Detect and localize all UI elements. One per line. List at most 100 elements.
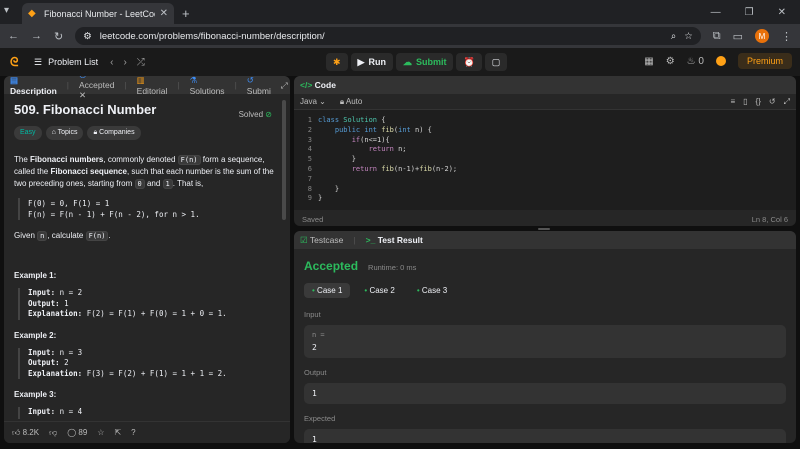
submit-button[interactable]: ☁ Submit bbox=[395, 53, 454, 71]
run-button[interactable]: ▶ Run bbox=[350, 53, 393, 71]
close-window-icon[interactable]: ✕ bbox=[778, 7, 786, 18]
tab-solutions[interactable]: ⚗ Solutions bbox=[190, 76, 225, 96]
line-number: 2 bbox=[307, 125, 312, 134]
run-label: Run bbox=[368, 57, 386, 67]
site-info-icon[interactable]: ⚙ bbox=[83, 31, 92, 42]
zoom-icon[interactable]: ⌕ bbox=[671, 31, 676, 42]
case-tab-1[interactable]: • Case 1 bbox=[304, 283, 351, 298]
browser-menu-icon[interactable]: ⋮ bbox=[781, 30, 792, 43]
input-section-label: Input bbox=[304, 310, 321, 319]
close-tab-accepted-icon[interactable]: ✕ bbox=[79, 90, 86, 100]
close-tab-icon[interactable]: ✕ bbox=[160, 8, 168, 19]
case-tabs: • Case 1 • Case 2 • Case 3 bbox=[304, 283, 786, 298]
layout-icon[interactable]: ▦ bbox=[644, 56, 653, 67]
prev-problem-icon[interactable]: ‹ bbox=[110, 57, 113, 68]
comments-button[interactable]: ◯ 89 bbox=[67, 428, 87, 437]
terminal-icon: >_ bbox=[365, 235, 376, 245]
inline-code: 1 bbox=[162, 179, 173, 189]
input-label: Input: bbox=[28, 288, 56, 297]
stmt-text: , commonly denoted bbox=[103, 155, 178, 164]
input-label: Input: bbox=[28, 407, 56, 416]
test-result-body: Accepted Runtime: 0 ms • Case 1 • Case 2… bbox=[294, 249, 796, 443]
tab-submissions[interactable]: ↺ Submi bbox=[247, 76, 271, 96]
code-lines[interactable]: class Solution { public int fib(int n) {… bbox=[318, 116, 457, 210]
like-button[interactable]: 👍︎ 8.2K bbox=[12, 428, 39, 438]
dislike-button[interactable]: 👎︎ bbox=[49, 428, 57, 438]
check-circle-icon: ⊘ bbox=[265, 110, 272, 119]
description-scrollbar[interactable] bbox=[282, 100, 286, 220]
shuffle-icon[interactable]: ⤮ bbox=[137, 57, 145, 68]
code-editor[interactable]: 1 2 3 4 5 6 7 8 9 class Solution { publi… bbox=[294, 110, 796, 210]
settings-gear-icon[interactable]: ⚙ bbox=[666, 56, 675, 67]
notes-button[interactable]: ▢ bbox=[484, 53, 508, 71]
tab-test-result[interactable]: >_ Test Result bbox=[366, 235, 423, 245]
format-icon[interactable]: ≡ bbox=[730, 97, 735, 107]
tab-code[interactable]: </> Code bbox=[300, 80, 336, 90]
alarm-icon: ⏰ bbox=[463, 56, 475, 67]
tab-accepted[interactable]: ◷ Accepted ✕ bbox=[79, 76, 114, 101]
back-icon[interactable]: ← bbox=[8, 30, 19, 42]
problem-description: 509. Fibonacci Number Solved ⊘ Easy ⌂ To… bbox=[4, 94, 290, 419]
share-icon[interactable]: ⇱ bbox=[114, 428, 121, 437]
tab-testcase[interactable]: ☑ Testcase bbox=[300, 235, 343, 246]
debug-button[interactable]: ✱ bbox=[326, 53, 348, 71]
tab-editorial[interactable]: ▥ Editorial bbox=[137, 76, 168, 96]
case-label: Case 3 bbox=[421, 286, 448, 295]
tab-description-label: Description bbox=[10, 85, 57, 96]
lock-icon: 🔒︎ bbox=[93, 129, 98, 136]
streak-counter[interactable]: ♨ 0 bbox=[687, 56, 704, 67]
case-label: Case 1 bbox=[317, 286, 343, 295]
reset-icon[interactable]: ↺ bbox=[769, 97, 776, 107]
bug-icon: ✱ bbox=[333, 56, 341, 67]
forward-icon[interactable]: → bbox=[31, 30, 42, 42]
leetcode-logo-icon[interactable]: ᘓ bbox=[10, 55, 26, 70]
next-problem-icon[interactable]: › bbox=[123, 57, 126, 68]
bookmark-star-icon[interactable]: ☆ bbox=[684, 31, 693, 42]
case-tab-3[interactable]: • Case 3 bbox=[409, 283, 455, 298]
sidebar-icon[interactable]: ▭ bbox=[733, 30, 743, 43]
output-label: Output: bbox=[28, 418, 60, 420]
expand-icon[interactable]: ⤢ bbox=[281, 80, 288, 91]
new-tab-button[interactable]: + bbox=[182, 6, 190, 21]
line-numbers: 1 2 3 4 5 6 7 8 9 bbox=[294, 116, 318, 210]
url-text[interactable]: leetcode.com/problems/fibonacci-number/d… bbox=[100, 31, 663, 42]
problem-statement: The Fibonacci numbers, commonly denoted … bbox=[14, 154, 280, 190]
braces-icon[interactable]: {} bbox=[756, 97, 761, 107]
user-avatar[interactable] bbox=[715, 56, 726, 66]
output-value: 1 bbox=[312, 389, 317, 398]
help-icon[interactable]: ? bbox=[131, 428, 135, 437]
bookmark-icon[interactable]: ▯ bbox=[743, 97, 747, 107]
companies-chip[interactable]: 🔒︎ Companies bbox=[87, 126, 141, 140]
inline-code: F(n) bbox=[85, 231, 109, 241]
code-line: public int fib(int n) { bbox=[334, 125, 432, 134]
autocomplete-toggle[interactable]: 🔒︎ Auto bbox=[340, 97, 363, 107]
restore-icon[interactable]: ❐ bbox=[745, 7, 754, 18]
tab-search-icon[interactable]: ▾ bbox=[4, 5, 9, 16]
line-number: 4 bbox=[307, 145, 312, 154]
profile-avatar[interactable]: M bbox=[755, 29, 769, 43]
problem-list-link[interactable]: ☰ Problem List bbox=[34, 57, 98, 68]
output-box: 1 bbox=[304, 383, 786, 404]
explanation-label: Explanation: bbox=[28, 309, 83, 318]
panel-resize-handle[interactable] bbox=[538, 228, 550, 230]
inline-code: 0 bbox=[134, 179, 145, 189]
topics-chip[interactable]: ⌂ Topics bbox=[45, 126, 84, 140]
minimize-icon[interactable]: — bbox=[711, 7, 721, 18]
timer-button[interactable]: ⏰ bbox=[456, 53, 482, 71]
tab-description[interactable]: ▤ Description bbox=[10, 76, 57, 96]
fullscreen-icon[interactable]: ⤢ bbox=[784, 97, 790, 107]
problem-list-label: Problem List bbox=[48, 57, 99, 67]
language-select[interactable]: Java ⌄ bbox=[300, 97, 326, 106]
example-output: 2 bbox=[64, 358, 69, 367]
case-tab-2[interactable]: • Case 2 bbox=[356, 283, 402, 298]
reload-icon[interactable]: ↻ bbox=[54, 30, 63, 43]
address-bar[interactable]: ⚙ leetcode.com/problems/fibonacci-number… bbox=[75, 27, 701, 45]
input-label: Input: bbox=[28, 347, 56, 357]
premium-button[interactable]: Premium bbox=[737, 53, 792, 69]
extensions-icon[interactable]: ⧉ bbox=[713, 30, 721, 43]
expected-section-label: Expected bbox=[304, 414, 336, 423]
expected-value: 1 bbox=[312, 435, 317, 443]
favorite-star-icon[interactable]: ☆ bbox=[97, 428, 104, 437]
browser-tab[interactable]: ◆ Fibonacci Number - LeetCode ✕ bbox=[22, 3, 174, 24]
example-title: Example 3: bbox=[14, 390, 57, 399]
